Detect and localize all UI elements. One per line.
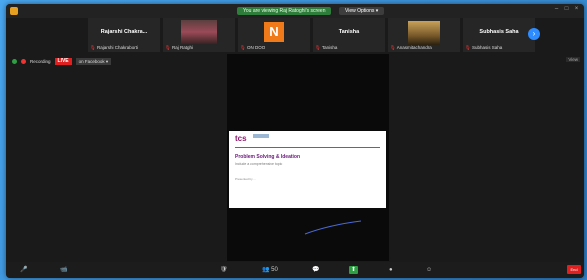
participant-tile[interactable]: 🎙 Raj Ratghi: [163, 18, 235, 52]
participant-caption: 🎙 Subhasis Saha: [465, 45, 503, 50]
participant-tile[interactable]: N 🎙 ON DOO: [238, 18, 310, 52]
recording-label: Recording: [30, 58, 51, 64]
recording-icon: [21, 58, 26, 64]
muted-mic-icon: 🎙: [315, 45, 321, 50]
mute-icon[interactable]: 🎤: [20, 266, 27, 274]
muted-mic-icon: 🎙: [465, 45, 471, 50]
participant-tile[interactable]: 🎙 Anasmitachandra: [388, 18, 460, 52]
participant-name: Rajarshi Chakra...: [100, 29, 148, 35]
avatar: N: [264, 22, 284, 42]
muted-mic-icon: 🎙: [390, 45, 396, 50]
participant-caption: 🎙 Tanisha: [315, 45, 338, 50]
participant-name: Subhasis Saha: [479, 29, 519, 35]
title-bar: You are viewing Raj Ratoghi's screen Vie…: [6, 4, 584, 18]
reactions-icon[interactable]: ☺: [426, 266, 432, 274]
video-icon[interactable]: 📹: [60, 266, 67, 274]
share-screen-icon[interactable]: ⬆: [349, 266, 359, 274]
participant-tile[interactable]: Tanisha 🎙 Tanisha: [313, 18, 385, 52]
security-shield-icon[interactable]: 🛡: [220, 266, 228, 274]
record-icon[interactable]: ●: [389, 266, 393, 274]
recording-status: Recording LIVE on Facebook ▾: [12, 57, 112, 65]
participant-video: [408, 21, 440, 45]
slide-presenter: Presented by ...: [235, 177, 257, 181]
participant-caption: 🎙 Rajarshi Chakraborti: [90, 45, 139, 50]
window-controls: – □ ×: [553, 6, 580, 13]
security-icon[interactable]: [10, 7, 18, 15]
end-meeting-button[interactable]: End: [567, 265, 581, 274]
slide-divider: [235, 147, 380, 148]
viewing-screen-banner: You are viewing Raj Ratoghi's screen: [237, 7, 332, 15]
participant-tile[interactable]: Subhasis Saha 🎙 Subhasis Saha: [463, 18, 535, 52]
annotation-scribble: [304, 220, 362, 235]
slide-logo-mark: [253, 134, 269, 138]
maximize-icon[interactable]: □: [563, 6, 570, 13]
muted-mic-icon: 🎙: [240, 45, 246, 50]
next-page-icon[interactable]: ›: [528, 28, 540, 40]
participant-tile[interactable]: Rajarshi Chakra... 🎙 Rajarshi Chakrabort…: [88, 18, 160, 52]
participant-video: [181, 20, 217, 44]
slide-logo: tcs: [235, 134, 247, 143]
close-icon[interactable]: ×: [573, 6, 580, 13]
muted-mic-icon: 🎙: [165, 45, 171, 50]
view-button[interactable]: View: [566, 57, 580, 62]
encryption-icon: [12, 58, 17, 64]
view-options-button[interactable]: View Options ▾: [339, 7, 385, 15]
muted-mic-icon: 🎙: [90, 45, 96, 50]
participant-caption: 🎙 ON DOO: [240, 45, 266, 50]
live-badge[interactable]: LIVE: [54, 57, 72, 65]
minimize-icon[interactable]: –: [553, 6, 560, 13]
participant-gallery: Rajarshi Chakra... 🎙 Rajarshi Chakrabort…: [88, 18, 558, 56]
live-destination-dropdown[interactable]: on Facebook ▾: [75, 57, 112, 65]
participant-name: Tanisha: [338, 29, 360, 35]
zoom-meeting-window: You are viewing Raj Ratoghi's screen Vie…: [6, 4, 584, 278]
presentation-slide: tcs Problem Solving & Ideation Include a…: [229, 131, 386, 208]
meeting-toolbar: 🎤 📹 🛡 👥 50 💬 ⬆ ● ☺ End: [6, 262, 584, 278]
slide-subtitle: Include a comprehensive topic: [235, 162, 283, 166]
participant-caption: 🎙 Anasmitachandra: [390, 45, 432, 50]
chat-icon[interactable]: 💬: [312, 266, 319, 274]
shared-screen: tcs Problem Solving & Ideation Include a…: [227, 54, 389, 261]
participant-caption: 🎙 Raj Ratghi: [165, 45, 193, 50]
participants-icon[interactable]: 👥 50: [262, 266, 278, 274]
slide-title: Problem Solving & Ideation: [235, 154, 301, 160]
